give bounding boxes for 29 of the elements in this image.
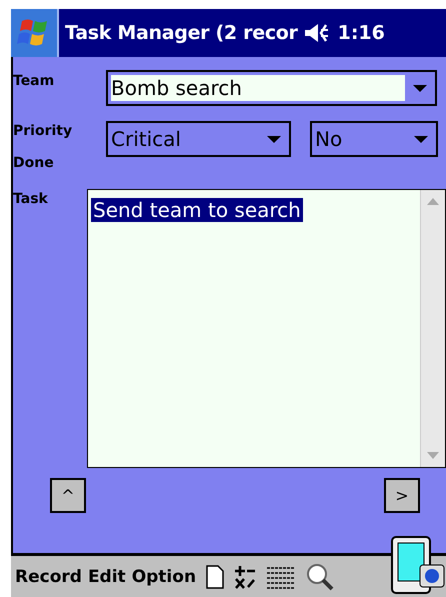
task-text: Send team to search bbox=[91, 198, 303, 222]
next-button[interactable]: > bbox=[384, 478, 420, 513]
menu-item[interactable]: Edit bbox=[88, 566, 126, 586]
table-icon[interactable] bbox=[266, 564, 296, 588]
priority-label: Priority bbox=[13, 122, 74, 139]
magnifier-icon[interactable] bbox=[306, 562, 334, 590]
menu-item[interactable]: Option bbox=[132, 566, 196, 586]
dropdown-value: No bbox=[314, 127, 344, 151]
speaker-icon[interactable] bbox=[304, 22, 330, 44]
start-button[interactable] bbox=[11, 9, 59, 57]
task-text-area[interactable]: Send team to search bbox=[87, 189, 446, 468]
new-document-icon[interactable] bbox=[206, 564, 224, 588]
window-title: Task Manager (2 recor bbox=[65, 22, 298, 44]
done-label: Done bbox=[13, 154, 55, 171]
clock-time[interactable]: 1:16 bbox=[338, 22, 385, 44]
previous-button[interactable]: ^ bbox=[50, 478, 86, 513]
caret-icon bbox=[267, 136, 281, 142]
dropdown-value: Critical bbox=[110, 127, 182, 151]
priority-dropdown[interactable]: Critical bbox=[106, 121, 291, 157]
team-dropdown[interactable]: Bomb search bbox=[106, 70, 437, 106]
spell-check-icon[interactable] bbox=[234, 564, 256, 588]
task-label: Task bbox=[13, 190, 49, 207]
dropdown-value: Bomb search bbox=[111, 75, 405, 101]
caret-icon bbox=[413, 84, 427, 92]
input-panel-icon[interactable] bbox=[390, 535, 446, 597]
caret-icon bbox=[414, 136, 428, 142]
team-label: Team bbox=[13, 72, 56, 89]
menu-item[interactable]: Record bbox=[15, 566, 82, 586]
done-dropdown[interactable]: No bbox=[310, 121, 438, 157]
